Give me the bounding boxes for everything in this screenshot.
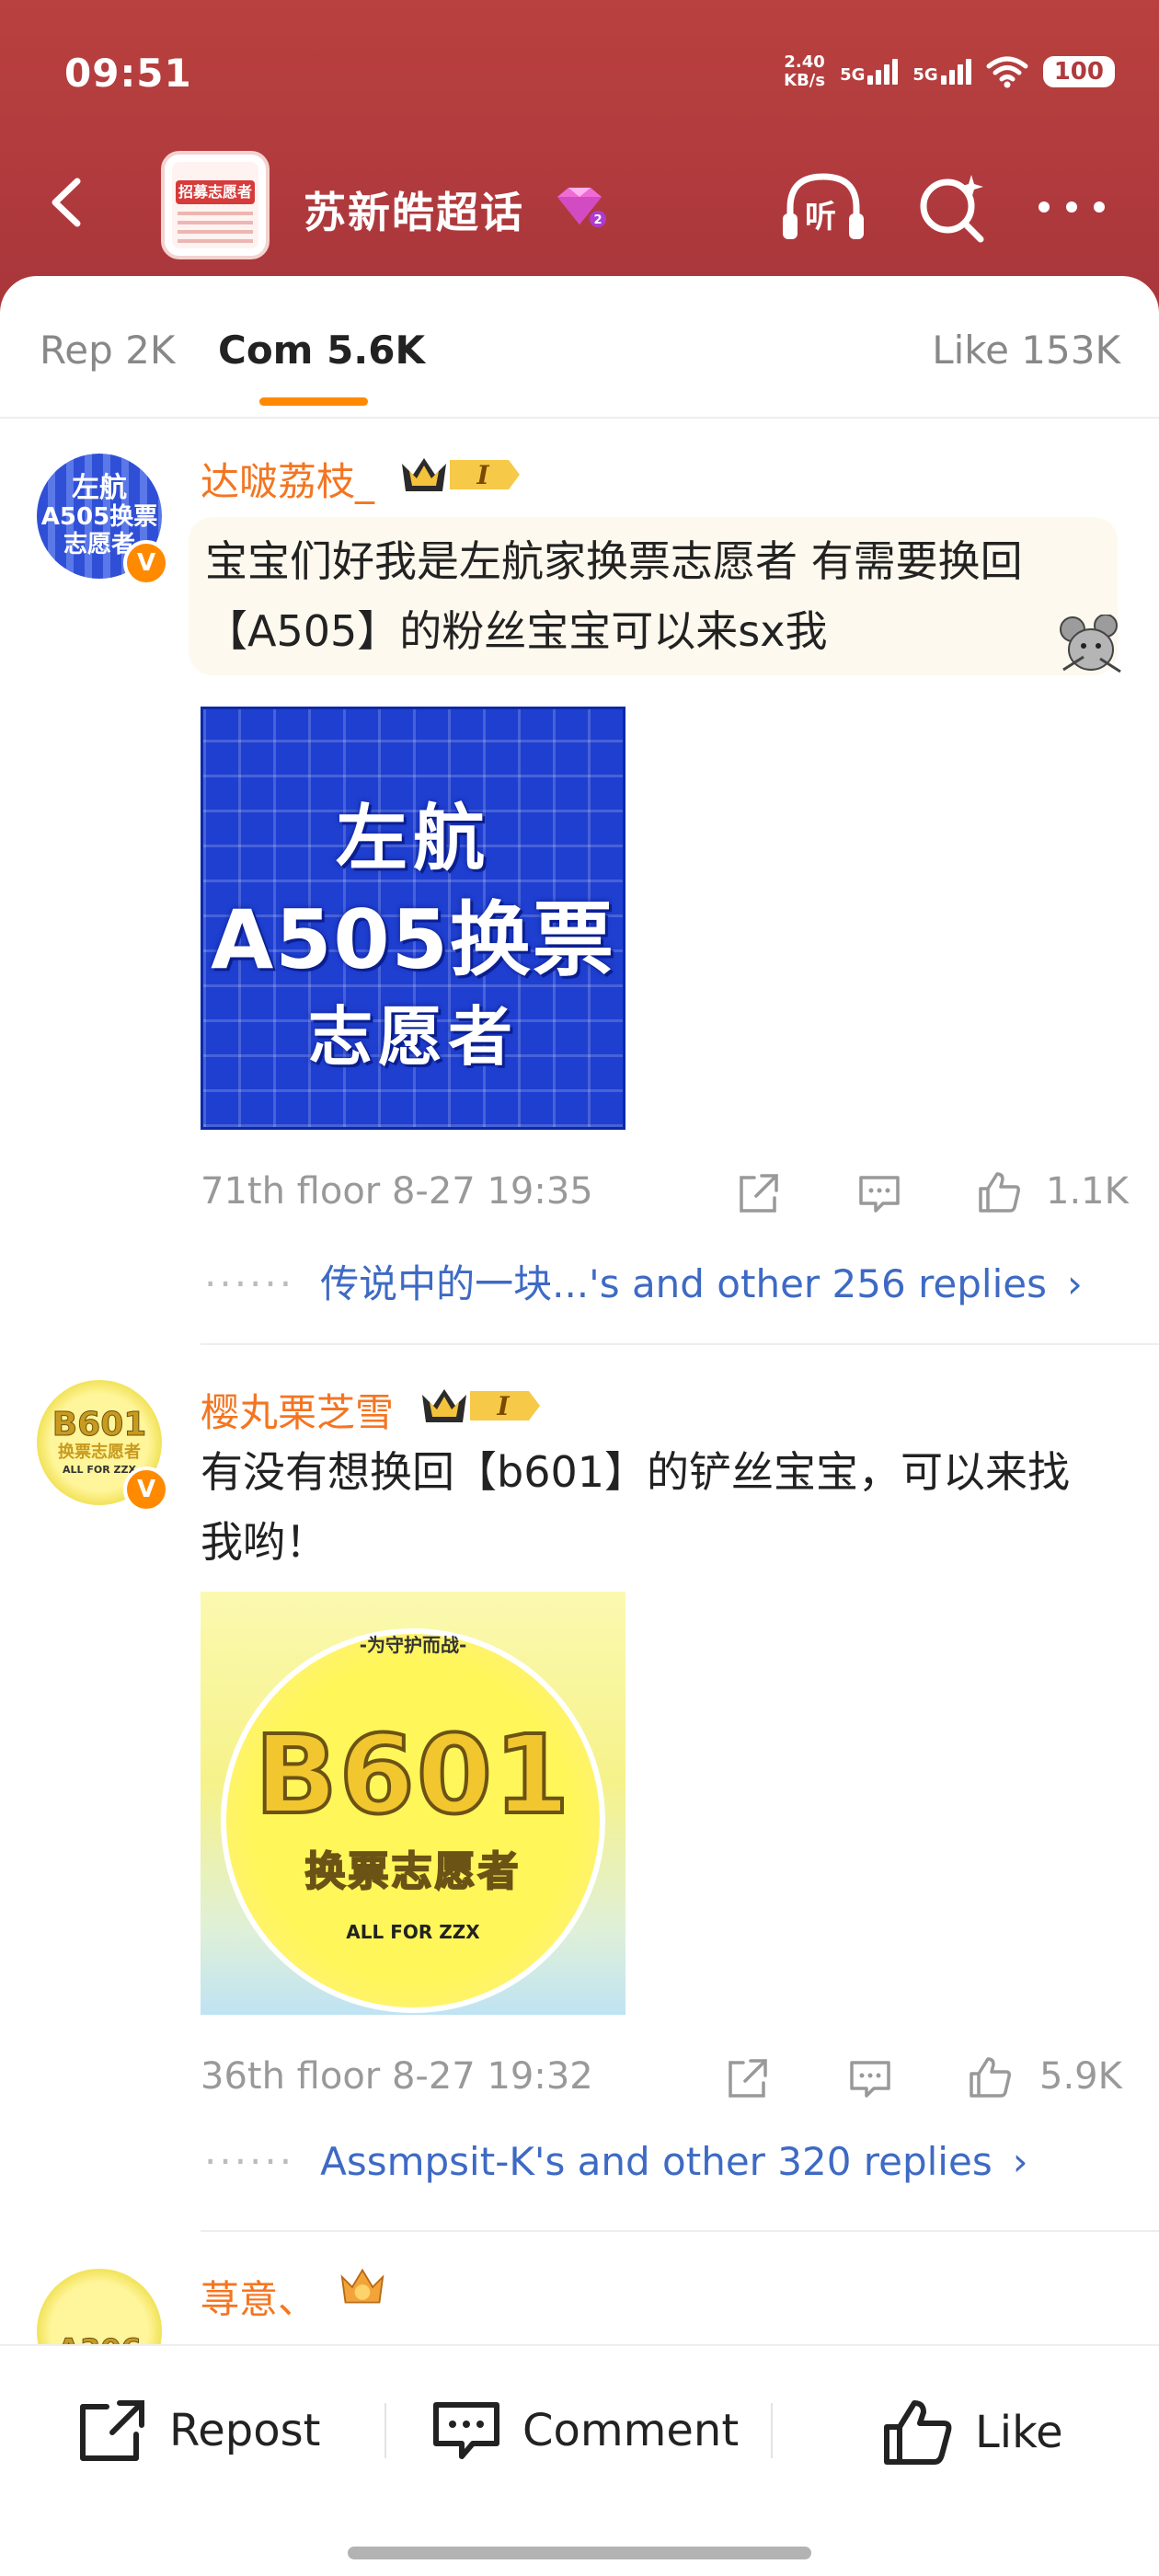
status-bar: 09:51 2.40 KB/s 5G 5G 100	[0, 0, 1159, 138]
bottom-action-bar: Repost Comment Like	[0, 2344, 1159, 2576]
thumbs-up-icon	[884, 2400, 952, 2465]
search-icon[interactable]	[911, 166, 993, 248]
listen-button[interactable]: 听	[777, 166, 869, 248]
status-icons: 2.40 KB/s 5G 5G 100	[784, 53, 1115, 90]
svg-text:I: I	[496, 1391, 510, 1421]
topic-thumbnail-band: 招募志愿者	[176, 180, 255, 204]
comment-image[interactable]: 左航 A505换票 志愿者	[201, 707, 625, 1130]
like-count: 1.1K	[1046, 1170, 1129, 1213]
comment-avatar[interactable]: 左航 A505换票 志愿者 V	[37, 454, 169, 586]
tab-reposts[interactable]: Rep 2K	[40, 328, 175, 373]
tab-comments[interactable]: Com 5.6K	[218, 328, 425, 373]
chevron-right-icon: ›	[1012, 2139, 1028, 2184]
repost-button[interactable]: Repost	[75, 2398, 320, 2464]
comment-image[interactable]: -为守护而战- B601 换票志愿者 ALL FOR ZZX	[201, 1592, 625, 2015]
signal-icon-2: 5G	[912, 59, 971, 85]
nav-bar: 招募志愿者 苏新皓超话 2 听	[0, 147, 1159, 267]
like-icon[interactable]	[975, 1168, 1023, 1216]
verified-badge: V	[123, 1466, 169, 1512]
comment-separator	[201, 2230, 1159, 2232]
share-icon[interactable]	[723, 2055, 771, 2103]
member-crown-icon: I	[402, 458, 520, 491]
tab-bar: Rep 2K Com 5.6K Like 153K	[0, 276, 1159, 419]
topic-thumbnail[interactable]: 招募志愿者	[161, 151, 270, 259]
comment-text: 有没有想换回【b601】的铲丝宝宝，可以来找我哟！	[201, 1447, 1070, 1567]
comment-icon	[433, 2402, 499, 2459]
back-icon[interactable]	[37, 170, 101, 235]
comment-icon[interactable]	[846, 2055, 894, 2103]
comment-username[interactable]: 达啵荔枝_	[201, 451, 374, 507]
chevron-right-icon: ›	[1066, 1261, 1083, 1306]
topic-title[interactable]: 苏新皓超话	[304, 179, 524, 240]
like-button[interactable]: Like	[881, 2398, 1063, 2467]
battery-indicator: 100	[1042, 56, 1115, 87]
comment-username[interactable]: 荨意、	[201, 2269, 316, 2325]
svg-text:I: I	[476, 460, 489, 490]
comment-button[interactable]: Comment	[430, 2398, 739, 2464]
replies-link[interactable]: ······ Assmpsit-K's and other 320 replies…	[204, 2139, 1028, 2184]
share-icon[interactable]	[734, 1170, 782, 1218]
listen-label: 听	[805, 199, 836, 236]
divider	[0, 417, 1159, 419]
member-crown-icon: I	[422, 1389, 540, 1422]
wifi-icon	[986, 56, 1028, 88]
comment-text: 宝宝们好我是左航家换票志愿者 有需要换回【A505】的粉丝宝宝可以来sx我	[205, 536, 1023, 656]
replies-link[interactable]: ······ 传说中的一块...'s and other 256 replies ›	[204, 1253, 1083, 1309]
comment-floor-time: 36th floor 8-27 19:32	[201, 2055, 593, 2098]
home-indicator	[348, 2547, 811, 2559]
super-topic-level-gem-icon: 2	[557, 188, 606, 227]
comment-avatar[interactable]: B601 换票志愿者 ALL FOR ZZX V	[37, 1380, 169, 1512]
comment-separator	[201, 1343, 1159, 1345]
network-speed: 2.40 KB/s	[784, 52, 826, 90]
member-crown-icon	[340, 2268, 384, 2304]
like-count: 5.9K	[1039, 2055, 1122, 2098]
comment-icon[interactable]	[855, 1170, 903, 1218]
comment-floor-time: 71th floor 8-27 19:35	[201, 1170, 593, 1213]
repost-icon	[80, 2400, 144, 2461]
svg-text:2: 2	[593, 213, 602, 227]
comment-username[interactable]: 樱丸栗芝雪	[201, 1382, 394, 1438]
signal-icon: 5G	[840, 59, 899, 85]
active-tab-indicator	[259, 397, 368, 406]
like-icon[interactable]	[966, 2053, 1014, 2101]
verified-badge: V	[123, 540, 169, 586]
comment-content-bubble: 宝宝们好我是左航家换票志愿者 有需要换回【A505】的粉丝宝宝可以来sx我	[189, 517, 1118, 675]
tab-likes[interactable]: Like 153K	[932, 328, 1120, 373]
status-time: 09:51	[64, 51, 192, 96]
mouse-sticker-icon	[1060, 615, 1121, 673]
more-options-icon[interactable]	[1030, 184, 1113, 230]
